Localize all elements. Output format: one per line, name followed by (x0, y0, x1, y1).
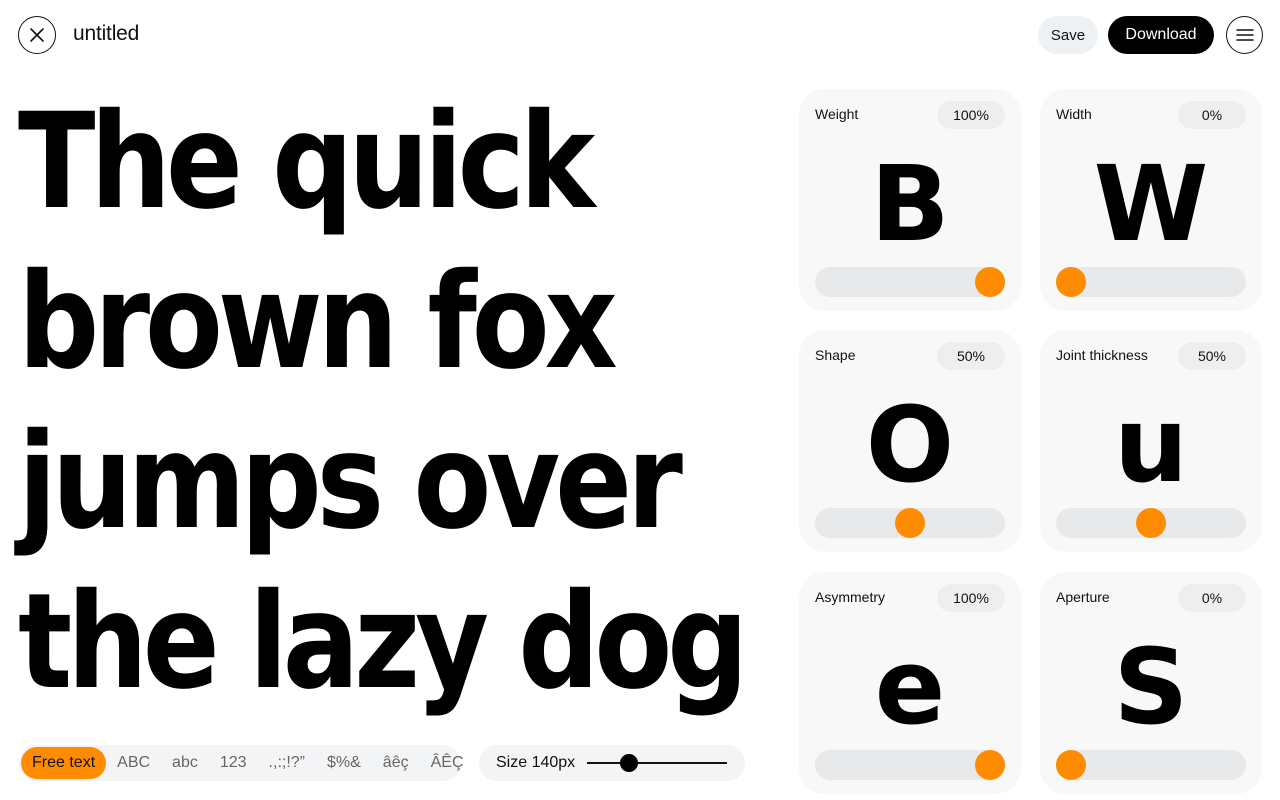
axis-card-asymmetry: Asymmetry 100% e (799, 572, 1021, 794)
preview-line: jumps over (18, 405, 683, 559)
save-button[interactable]: Save (1038, 16, 1098, 54)
preview-line: The quick (18, 85, 595, 239)
axis-slider-thumb[interactable] (1056, 750, 1086, 780)
axis-slider[interactable] (1056, 508, 1246, 538)
size-label: Size 140px (496, 754, 576, 771)
axis-label: Weight (815, 106, 859, 122)
menu-button[interactable] (1226, 16, 1263, 54)
download-button[interactable]: Download (1108, 16, 1214, 54)
axis-slider-thumb[interactable] (975, 750, 1005, 780)
tab-symbols[interactable]: $%& (316, 747, 372, 779)
type-preview[interactable]: The quick brown fox jumps over the lazy … (18, 82, 758, 722)
axis-glyph-preview: O (865, 384, 955, 506)
hamburger-menu-icon (1235, 29, 1254, 41)
preview-line: brown fox (18, 245, 618, 399)
axis-glyph-preview: B (870, 143, 950, 265)
axis-value[interactable]: 100% (937, 584, 1005, 612)
tab-uppercase[interactable]: ABC (106, 747, 161, 779)
axis-label: Joint thickness (1056, 347, 1148, 363)
tab-lowercase[interactable]: abc (161, 747, 209, 779)
axis-card-width: Width 0% W (1040, 89, 1262, 311)
axis-slider[interactable] (815, 267, 1005, 297)
axis-slider[interactable] (815, 508, 1005, 538)
axis-glyph-preview: e (874, 626, 946, 748)
close-button[interactable] (18, 16, 56, 54)
tab-accented-uppercase[interactable]: ÂÊÇ (420, 747, 475, 779)
axis-slider-thumb[interactable] (895, 508, 925, 538)
axis-slider-thumb[interactable] (1136, 508, 1166, 538)
axis-value[interactable]: 0% (1178, 101, 1246, 129)
charset-tab-bar: Free text ABC abc 123 .,:;!?” $%& âêç ÂÊ… (19, 745, 464, 781)
axis-card-joint-thickness: Joint thickness 50% u (1040, 330, 1262, 552)
preview-line: the lazy dog (18, 565, 748, 719)
axis-label: Width (1056, 106, 1092, 122)
axis-label: Asymmetry (815, 589, 885, 605)
axis-card-aperture: Aperture 0% S (1040, 572, 1262, 794)
tab-free-text[interactable]: Free text (21, 747, 107, 779)
size-slider-thumb[interactable] (620, 754, 638, 772)
axis-slider[interactable] (815, 750, 1005, 780)
axis-card-weight: Weight 100% B (799, 89, 1021, 311)
axis-value[interactable]: 0% (1178, 584, 1246, 612)
axis-value[interactable]: 50% (1178, 342, 1246, 370)
axis-glyph-preview: S (1113, 626, 1189, 748)
close-icon (30, 28, 44, 42)
axis-glyph-preview: W (1093, 143, 1209, 265)
axis-glyph-preview: u (1113, 384, 1189, 506)
tab-numbers[interactable]: 123 (209, 747, 258, 779)
axis-slider-thumb[interactable] (975, 267, 1005, 297)
size-slider-track[interactable] (587, 754, 727, 772)
axis-card-shape: Shape 50% O (799, 330, 1021, 552)
axis-slider-thumb[interactable] (1056, 267, 1086, 297)
axis-value[interactable]: 100% (937, 101, 1005, 129)
axis-label: Shape (815, 347, 856, 363)
tab-accented-lowercase[interactable]: âêç (372, 747, 420, 779)
axis-slider[interactable] (1056, 267, 1246, 297)
tab-punctuation[interactable]: .,:;!?” (258, 747, 316, 779)
size-control: Size 140px (479, 745, 745, 781)
axis-value[interactable]: 50% (937, 342, 1005, 370)
document-title[interactable]: untitled (73, 20, 139, 48)
axis-slider[interactable] (1056, 750, 1246, 780)
axis-label: Aperture (1056, 589, 1110, 605)
